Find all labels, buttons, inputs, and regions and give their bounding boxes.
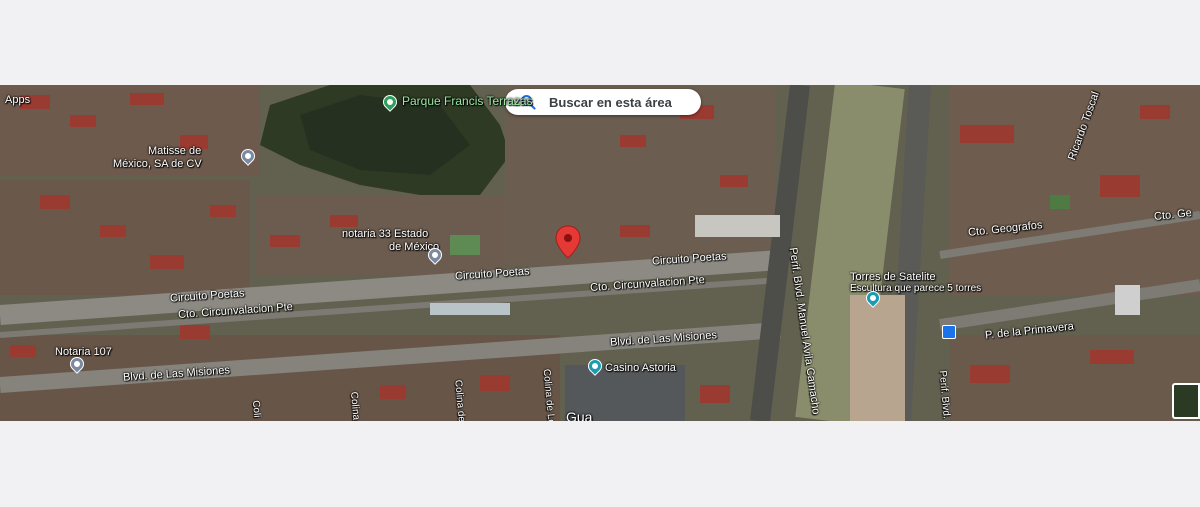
casino-label[interactable]: Casino Astoria — [605, 362, 676, 374]
bus-stop-icon[interactable] — [942, 325, 956, 339]
street-colina: Coli — [249, 399, 263, 419]
area-label-partial: Gua — [566, 409, 593, 421]
satellite-map[interactable]: Buscar en esta área Parque Francis Terra… — [0, 85, 1200, 421]
location-marker-icon[interactable] — [555, 225, 581, 259]
layer-toggle-thumbnail[interactable] — [1172, 383, 1200, 419]
street-colina: Colina — [347, 391, 362, 421]
notaria33-label-line1[interactable]: notaria 33 Estado — [342, 228, 428, 240]
matisse-label-line1[interactable]: Matisse de — [148, 145, 201, 157]
search-this-area-button[interactable]: Buscar en esta área — [505, 89, 701, 115]
matisse-label-line2[interactable]: México, SA de CV — [113, 158, 202, 170]
torres-label-line1[interactable]: Torres de Satelite — [850, 271, 936, 283]
search-this-area-label: Buscar en esta área — [549, 94, 672, 110]
notaria107-label[interactable]: Notaria 107 — [55, 346, 112, 358]
apps-label[interactable]: Apps — [5, 94, 30, 106]
park-label[interactable]: Parque Francis Terrazas — [402, 95, 533, 107]
